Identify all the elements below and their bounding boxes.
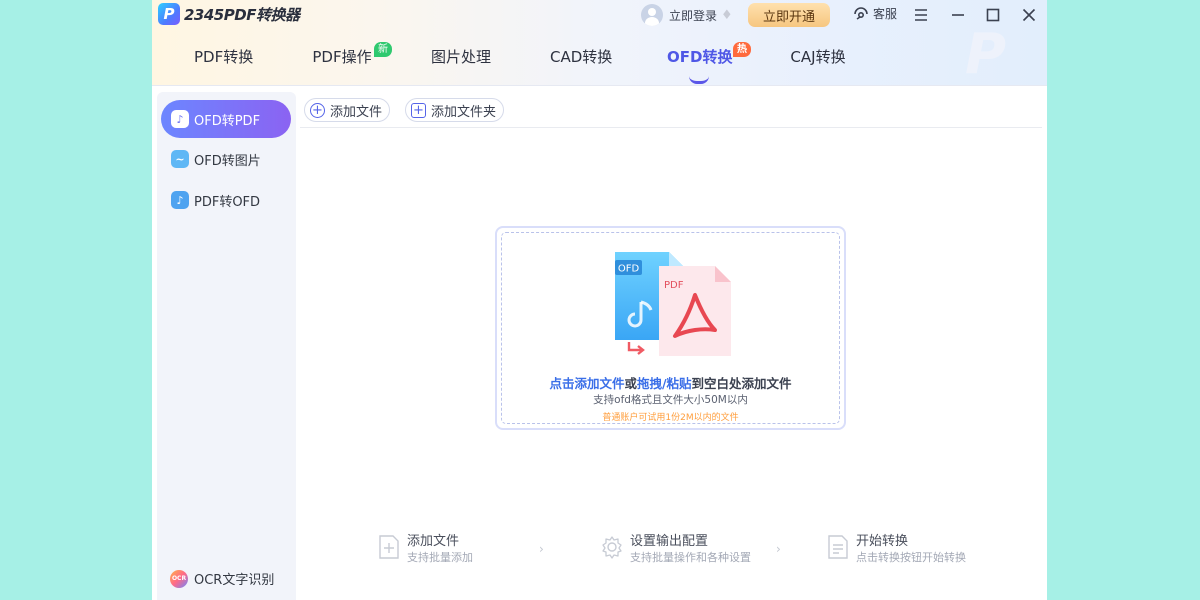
sidebar-item-pdf-to-ofd[interactable]: ♪ PDF转OFD <box>161 181 291 219</box>
service-button[interactable]: 客服 <box>852 4 897 22</box>
tab-pdf-ops[interactable]: PDF操作 新 <box>312 42 392 72</box>
diamond-icon: ♦ <box>721 7 733 23</box>
menu-icon[interactable] <box>910 4 932 26</box>
service-label: 客服 <box>873 6 898 21</box>
tab-label: PDF操作 <box>312 48 372 66</box>
tab-bar: PDF转换 PDF操作 新 图片处理 CAD转换 OFD转换 热 CAJ转换 <box>152 38 1047 84</box>
image-icon: ~ <box>171 150 189 168</box>
maximize-icon[interactable] <box>982 4 1004 26</box>
headset-icon <box>854 7 868 20</box>
avatar-icon[interactable] <box>641 4 663 26</box>
close-icon[interactable] <box>1018 4 1040 26</box>
active-tab-indicator <box>689 76 709 84</box>
title-bar: P P 2345PDF转换器 立即登录 ♦ 立即开通 客服 PDF转换 PDF操… <box>152 0 1047 86</box>
chevron-right-icon: › <box>776 542 781 556</box>
ocr-icon: OCR <box>170 569 188 588</box>
step-desc: 点击转换按钮开始转换 <box>856 551 966 564</box>
step-start-convert: 开始转换 点击转换按钮开始转换 <box>826 534 966 566</box>
pdf-file-label: PDF <box>664 280 684 291</box>
step-title: 开始转换 <box>856 534 909 549</box>
sidebar: ♪ OFD转PDF ~ OFD转图片 ♪ PDF转OFD OCR OCR文字识别 <box>157 92 296 600</box>
tab-label: CAD转换 <box>550 48 613 66</box>
step-desc: 支持批量添加 <box>407 551 473 564</box>
sidebar-item-label: OFD转图片 <box>194 153 261 169</box>
drop-instruction: 点击添加文件或拖拽/粘贴到空白处添加文件 <box>497 373 844 392</box>
sidebar-item-ofd-to-pdf[interactable]: ♪ OFD转PDF <box>161 100 291 138</box>
file-drop-zone[interactable]: OFD PDF 点击添加文件或拖拽/粘贴到空白处添加文件 支持ofd格式且文件大… <box>495 226 846 430</box>
sidebar-item-ofd-to-image[interactable]: ~ OFD转图片 <box>161 140 291 178</box>
vip-button[interactable]: 立即开通 <box>748 3 830 27</box>
app-logo: P 2345PDF转换器 <box>158 3 300 25</box>
support-text: 支持ofd格式且文件大小50M以内 <box>593 394 748 406</box>
tab-label: CAJ转换 <box>790 48 846 66</box>
tab-cad[interactable]: CAD转换 <box>550 46 613 72</box>
add-folder-button[interactable]: + 添加文件夹 <box>405 98 505 122</box>
step-desc: 支持批量操作和各种设置 <box>630 551 751 564</box>
ofd-to-pdf-illustration: OFD PDF <box>615 252 731 356</box>
ocr-button[interactable]: OCR OCR文字识别 <box>170 569 274 588</box>
login-area[interactable]: 立即登录 ♦ <box>641 3 733 27</box>
step-title: 设置输出配置 <box>630 534 709 549</box>
app-title: 2345PDF转换器 <box>184 5 300 24</box>
step-add-file: 添加文件 支持批量添加 <box>377 534 473 566</box>
click-add-link[interactable]: 点击添加文件 <box>549 376 624 391</box>
add-folder-label: 添加文件夹 <box>431 104 497 120</box>
hot-badge: 热 <box>733 42 751 57</box>
step-output-config: 设置输出配置 支持批量操作和各种设置 <box>600 534 751 566</box>
logo-icon: P <box>158 3 180 25</box>
plus-square-icon: + <box>411 102 426 118</box>
tab-pdf-convert[interactable]: PDF转换 <box>194 46 254 72</box>
chevron-right-icon: › <box>539 542 544 556</box>
gear-icon <box>602 536 622 559</box>
document-list-icon <box>828 535 848 559</box>
minimize-icon[interactable] <box>947 4 969 26</box>
toolbar: + 添加文件 + 添加文件夹 <box>300 94 1042 128</box>
trial-note: 普通账户可试用1份2M以内的文件 <box>602 413 739 423</box>
sidebar-item-label: OFD转PDF <box>194 113 261 129</box>
or-text: 或 <box>624 376 637 391</box>
tab-label: 图片处理 <box>430 48 491 66</box>
step-title: 添加文件 <box>407 534 460 549</box>
pdf-icon: ♪ <box>171 110 189 128</box>
sidebar-item-label: PDF转OFD <box>194 194 261 210</box>
tab-ofd[interactable]: OFD转换 热 <box>667 42 751 84</box>
drag-paste-text: 拖拽/粘贴 <box>636 376 692 391</box>
add-file-label: 添加文件 <box>330 104 383 120</box>
tab-caj[interactable]: CAJ转换 <box>788 46 848 72</box>
tab-label: PDF转换 <box>194 48 254 66</box>
to-blank-text: 到空白处添加文件 <box>691 376 792 391</box>
new-badge: 新 <box>374 42 392 57</box>
add-file-icon <box>379 535 399 559</box>
ofd-icon: ♪ <box>171 191 189 209</box>
login-link[interactable]: 立即登录 <box>669 7 717 24</box>
tab-label: OFD转换 <box>667 48 733 66</box>
tab-image[interactable]: 图片处理 <box>430 46 492 72</box>
app-window: P P 2345PDF转换器 立即登录 ♦ 立即开通 客服 PDF转换 PDF操… <box>152 0 1047 600</box>
ocr-label: OCR文字识别 <box>194 573 275 588</box>
add-file-button[interactable]: + 添加文件 <box>304 98 391 122</box>
ofd-file-label: OFD <box>618 264 640 275</box>
plus-circle-icon: + <box>310 102 325 118</box>
